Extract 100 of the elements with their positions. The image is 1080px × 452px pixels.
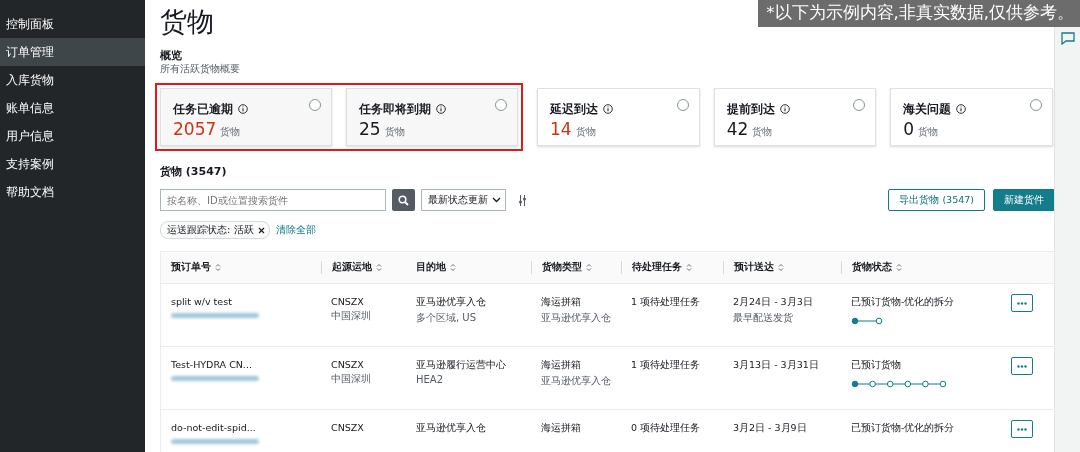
table-cell-text: 海运拼箱 <box>541 422 582 435</box>
sidebar-item[interactable]: 订单管理 <box>0 38 145 66</box>
table-cell-text: 3月2日 - 3月9日 <box>733 422 808 435</box>
sort-icon[interactable] <box>586 263 592 272</box>
column-header: 货物类型 <box>542 261 582 274</box>
radio-button[interactable] <box>853 99 866 111</box>
table-cell-text: 海运拼箱 <box>541 359 582 372</box>
sort-dropdown[interactable]: 最新状态更新 <box>421 189 506 211</box>
disclaimer-banner: *以下为示例内容,非真实数据,仅供参考。 <box>758 0 1080 27</box>
sidebar-item[interactable]: 帮助文档 <box>0 178 145 206</box>
card-count: 25 <box>359 119 381 139</box>
summary-card[interactable]: 任务已逾期 2057 货物 <box>160 88 332 146</box>
sort-icon[interactable] <box>215 263 221 272</box>
table-cell-text: 0 项待处理任务 <box>631 422 702 435</box>
search-button[interactable] <box>392 189 415 211</box>
new-shipment-button[interactable]: 新建货件 <box>993 189 1055 211</box>
sort-icon[interactable] <box>450 263 456 272</box>
card-title: 提前到达 <box>726 102 775 116</box>
export-button[interactable]: 导出货物 (3547) <box>888 189 985 211</box>
card-unit: 货物 <box>752 125 773 139</box>
table-cell-text: 最早配送发货 <box>733 311 794 325</box>
section-subtitle: 所有活跃货物概要 <box>160 63 241 76</box>
sort-icon[interactable] <box>376 263 382 272</box>
column-header: 货物状态 <box>852 261 892 274</box>
more-button[interactable] <box>1011 357 1033 375</box>
card-title: 海关问题 <box>903 102 952 116</box>
section-title: 货物 (3547) <box>160 164 228 179</box>
table-cell-text: 中国深圳 <box>331 372 372 386</box>
table-cell-text: CNSZX <box>331 422 365 433</box>
table-cell-text: CNSZX <box>331 359 365 370</box>
info-icon <box>603 104 613 114</box>
close-icon[interactable] <box>257 226 265 234</box>
sidebar-item[interactable]: 控制面板 <box>0 10 145 38</box>
settings-icon[interactable] <box>518 194 527 206</box>
table-cell-text: 已预订货物-优化的拆分 <box>851 422 956 435</box>
table-cell-text: 海运拼箱 <box>541 296 582 309</box>
card-title: 任务即将到期 <box>359 102 431 116</box>
card-title: 延迟到达 <box>550 102 598 116</box>
chevron-down-icon <box>492 197 501 203</box>
table-cell-text: CNSZX <box>331 296 365 307</box>
progress-steps <box>851 317 883 325</box>
card-count: 14 <box>550 119 572 139</box>
chat-icon[interactable] <box>1060 32 1075 45</box>
table-cell-text: do-not-edit-spid... <box>171 422 257 433</box>
table-cell-text: 1 项待处理任务 <box>631 296 702 309</box>
more-icon <box>1017 364 1027 368</box>
table-cell-text: 亚马逊优享入仓 <box>541 374 612 388</box>
info-icon <box>956 104 967 114</box>
sidebar-item[interactable]: 用户信息 <box>0 122 145 150</box>
info-icon <box>238 104 248 114</box>
search-field[interactable]: 按名称、ID或位置搜索货件 <box>160 189 386 211</box>
summary-card[interactable]: 任务即将到期 25 货物 <box>346 88 518 146</box>
table-cell-text: split w/v test <box>171 296 233 307</box>
card-count: 42 <box>726 119 749 139</box>
card-count: 0 <box>903 119 915 139</box>
info-icon <box>779 104 790 114</box>
radio-button[interactable] <box>495 99 507 111</box>
card-count: 2057 <box>173 119 217 139</box>
more-button[interactable] <box>1011 294 1033 312</box>
table-cell-text: 3月13日 - 3月31日 <box>733 359 820 372</box>
table-cell-text: 亚马逊优享入仓 <box>416 422 487 435</box>
radio-button[interactable] <box>676 99 689 111</box>
table-cell-text: HEA2 <box>416 374 445 385</box>
summary-card[interactable]: 提前到达 42 货物 <box>713 88 877 146</box>
table-cell-text: 中国深圳 <box>331 309 372 323</box>
summary-card[interactable]: 延迟到达 14 货物 <box>537 88 700 146</box>
column-header: 预计送达 <box>734 261 774 274</box>
more-icon <box>1017 427 1027 431</box>
column-header: 起源运地 <box>332 261 372 274</box>
table-cell-text: 多个区域, US <box>416 311 478 325</box>
sort-icon[interactable] <box>778 263 784 272</box>
sort-icon[interactable] <box>686 263 692 272</box>
more-button[interactable] <box>1011 420 1033 438</box>
card-unit: 货物 <box>575 125 596 139</box>
clear-all-link[interactable]: 清除全部 <box>275 223 316 237</box>
section-title: 概览 <box>160 48 183 63</box>
sort-icon[interactable] <box>896 263 902 272</box>
column-header: 预订单号 <box>171 261 211 274</box>
table-cell-text: 已预订货物 <box>851 359 902 372</box>
table-cell-text: 已预订货物-优化的拆分 <box>851 296 956 309</box>
sidebar-item[interactable]: 账单信息 <box>0 94 145 122</box>
column-header: 待处理任务 <box>632 261 682 274</box>
summary-card[interactable]: 海关问题 0 货物 <box>890 88 1053 146</box>
filter-chip[interactable]: 运送跟踪状态: 活跃 <box>160 221 270 239</box>
page-title: 货物 <box>160 5 214 39</box>
table-cell-text: Test-HYDRA CN... <box>171 359 253 370</box>
table-cell-text: 亚马逊履行运营中心 <box>416 359 507 372</box>
info-icon <box>436 104 446 114</box>
search-icon <box>398 194 409 206</box>
column-header: 目的地 <box>416 261 446 274</box>
table-cell-text: 亚马逊优享入仓 <box>541 311 612 325</box>
radio-button[interactable] <box>1030 99 1042 111</box>
sidebar-item[interactable]: 支持案例 <box>0 150 145 178</box>
card-unit: 货物 <box>918 125 939 139</box>
table-cell-text: 亚马逊优享入仓 <box>416 296 487 309</box>
card-unit: 货物 <box>220 125 241 139</box>
sidebar-item[interactable]: 入库货物 <box>0 66 145 94</box>
card-unit: 货物 <box>384 125 405 139</box>
radio-button[interactable] <box>309 99 321 111</box>
table-cell-text: 2月24日 - 3月3日 <box>733 296 814 309</box>
